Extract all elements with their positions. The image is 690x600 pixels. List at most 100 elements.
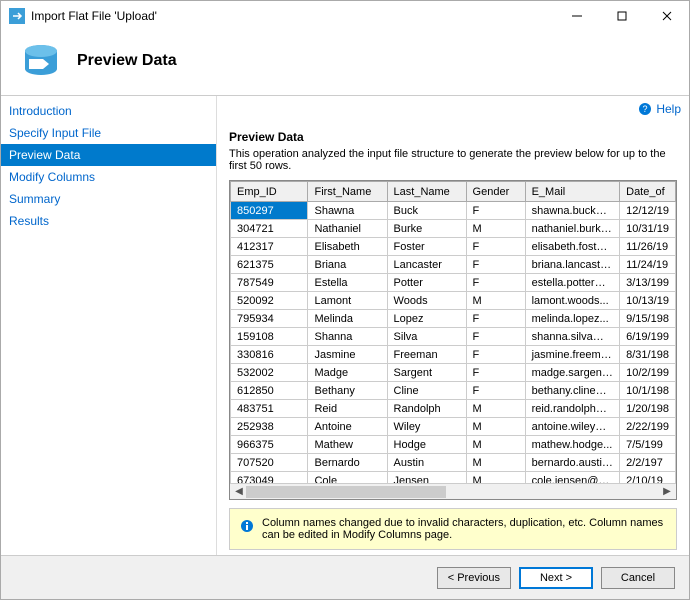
svg-text:?: ? bbox=[643, 104, 648, 114]
table-cell: F bbox=[466, 202, 525, 220]
sidebar-item-preview-data[interactable]: Preview Data bbox=[1, 144, 216, 166]
footer: < Previous Next > Cancel bbox=[1, 555, 689, 599]
horizontal-scrollbar[interactable]: ◀ ▶ bbox=[230, 483, 676, 499]
table-cell: 10/13/19 bbox=[620, 292, 676, 310]
preview-title: Preview Data bbox=[229, 130, 677, 144]
table-row[interactable]: 787549EstellaPotterFestella.potter@...3/… bbox=[231, 274, 676, 292]
table-cell: 9/15/198 bbox=[620, 310, 676, 328]
table-cell: Madge bbox=[308, 364, 387, 382]
table-cell: 520092 bbox=[231, 292, 308, 310]
info-message: Column names changed due to invalid char… bbox=[229, 508, 677, 550]
table-cell: elisabeth.foster... bbox=[525, 238, 620, 256]
info-text: Column names changed due to invalid char… bbox=[262, 517, 666, 541]
scroll-thumb[interactable] bbox=[246, 486, 446, 498]
table-row[interactable]: 412317ElisabethFosterFelisabeth.foster..… bbox=[231, 238, 676, 256]
table-row[interactable]: 330816JasmineFreemanFjasmine.freema...8/… bbox=[231, 346, 676, 364]
table-cell: F bbox=[466, 256, 525, 274]
titlebar: Import Flat File 'Upload' bbox=[1, 1, 689, 31]
cancel-button[interactable]: Cancel bbox=[601, 567, 675, 589]
column-header[interactable]: Last_Name bbox=[387, 182, 466, 202]
table-cell: shawna.buck@... bbox=[525, 202, 620, 220]
table-row[interactable]: 795934MelindaLopezFmelinda.lopez...9/15/… bbox=[231, 310, 676, 328]
table-cell: 621375 bbox=[231, 256, 308, 274]
help-label: Help bbox=[656, 102, 681, 116]
table-cell: Foster bbox=[387, 238, 466, 256]
column-header[interactable]: Emp_ID bbox=[231, 182, 308, 202]
table-row[interactable]: 966375MathewHodgeMmathew.hodge...7/5/199 bbox=[231, 436, 676, 454]
table-cell: estella.potter@... bbox=[525, 274, 620, 292]
table-cell: nathaniel.burke... bbox=[525, 220, 620, 238]
table-row[interactable]: 707520BernardoAustinMbernardo.austin...2… bbox=[231, 454, 676, 472]
sidebar: Introduction Specify Input File Preview … bbox=[1, 96, 217, 566]
close-button[interactable] bbox=[644, 1, 689, 31]
table-cell: 2/22/199 bbox=[620, 418, 676, 436]
sidebar-item-results[interactable]: Results bbox=[1, 210, 216, 232]
table-cell: M bbox=[466, 418, 525, 436]
scroll-left-icon[interactable]: ◀ bbox=[232, 486, 246, 497]
table-cell: 159108 bbox=[231, 328, 308, 346]
table-cell: 252938 bbox=[231, 418, 308, 436]
next-button[interactable]: Next > bbox=[519, 567, 593, 589]
header: Preview Data bbox=[1, 31, 689, 95]
window-title: Import Flat File 'Upload' bbox=[31, 9, 554, 23]
table-row[interactable]: 850297ShawnaBuckFshawna.buck@...12/12/19 bbox=[231, 202, 676, 220]
table-cell: Shanna bbox=[308, 328, 387, 346]
table-cell: 10/1/198 bbox=[620, 382, 676, 400]
previous-button[interactable]: < Previous bbox=[437, 567, 511, 589]
table-row[interactable]: 621375BrianaLancasterFbriana.lancaster..… bbox=[231, 256, 676, 274]
table-cell: jasmine.freema... bbox=[525, 346, 620, 364]
table-row[interactable]: 532002MadgeSargentFmadge.sargent...10/2/… bbox=[231, 364, 676, 382]
scroll-right-icon[interactable]: ▶ bbox=[660, 486, 674, 497]
table-cell: shanna.silva@g... bbox=[525, 328, 620, 346]
table-cell: Wiley bbox=[387, 418, 466, 436]
header-title: Preview Data bbox=[77, 52, 177, 70]
table-cell: F bbox=[466, 328, 525, 346]
table-row[interactable]: 612850BethanyClineFbethany.cline@...10/1… bbox=[231, 382, 676, 400]
column-header[interactable]: E_Mail bbox=[525, 182, 620, 202]
table-cell: 12/12/19 bbox=[620, 202, 676, 220]
table-cell: Nathaniel bbox=[308, 220, 387, 238]
minimize-button[interactable] bbox=[554, 1, 599, 31]
table-cell: Cline bbox=[387, 382, 466, 400]
sidebar-item-modify-columns[interactable]: Modify Columns bbox=[1, 166, 216, 188]
column-header[interactable]: Date_of bbox=[620, 182, 676, 202]
table-cell: Elisabeth bbox=[308, 238, 387, 256]
table-row[interactable]: 252938AntoineWileyMantoine.wiley@...2/22… bbox=[231, 418, 676, 436]
table-cell: briana.lancaster... bbox=[525, 256, 620, 274]
table-cell: M bbox=[466, 220, 525, 238]
sidebar-item-introduction[interactable]: Introduction bbox=[1, 100, 216, 122]
preview-desc: This operation analyzed the input file s… bbox=[229, 148, 677, 172]
table-row[interactable]: 483751ReidRandolphMreid.randolph@...1/20… bbox=[231, 400, 676, 418]
table-cell: M bbox=[466, 436, 525, 454]
table-cell: 304721 bbox=[231, 220, 308, 238]
table-cell: Woods bbox=[387, 292, 466, 310]
table-cell: 10/2/199 bbox=[620, 364, 676, 382]
scroll-track[interactable] bbox=[246, 485, 660, 499]
table-row[interactable]: 520092LamontWoodsMlamont.woods...10/13/1… bbox=[231, 292, 676, 310]
table-cell: F bbox=[466, 238, 525, 256]
table-row[interactable]: 304721NathanielBurkeMnathaniel.burke...1… bbox=[231, 220, 676, 238]
app-icon bbox=[9, 8, 25, 24]
table-cell: F bbox=[466, 310, 525, 328]
table-cell: melinda.lopez... bbox=[525, 310, 620, 328]
sidebar-item-specify-input-file[interactable]: Specify Input File bbox=[1, 122, 216, 144]
sidebar-item-summary[interactable]: Summary bbox=[1, 188, 216, 210]
table-cell: 330816 bbox=[231, 346, 308, 364]
table-cell: 3/13/199 bbox=[620, 274, 676, 292]
table-cell: 787549 bbox=[231, 274, 308, 292]
table-cell: Lopez bbox=[387, 310, 466, 328]
table-cell: Burke bbox=[387, 220, 466, 238]
column-header[interactable]: Gender bbox=[466, 182, 525, 202]
column-header[interactable]: First_Name bbox=[308, 182, 387, 202]
table-cell: F bbox=[466, 382, 525, 400]
table-cell: 6/19/199 bbox=[620, 328, 676, 346]
table-row[interactable]: 159108ShannaSilvaFshanna.silva@g...6/19/… bbox=[231, 328, 676, 346]
table-cell: Melinda bbox=[308, 310, 387, 328]
table-cell: Silva bbox=[387, 328, 466, 346]
table-cell: Mathew bbox=[308, 436, 387, 454]
table-cell: 532002 bbox=[231, 364, 308, 382]
database-import-icon bbox=[21, 41, 61, 81]
table-cell: reid.randolph@... bbox=[525, 400, 620, 418]
help-link[interactable]: ? Help bbox=[638, 102, 681, 116]
maximize-button[interactable] bbox=[599, 1, 644, 31]
